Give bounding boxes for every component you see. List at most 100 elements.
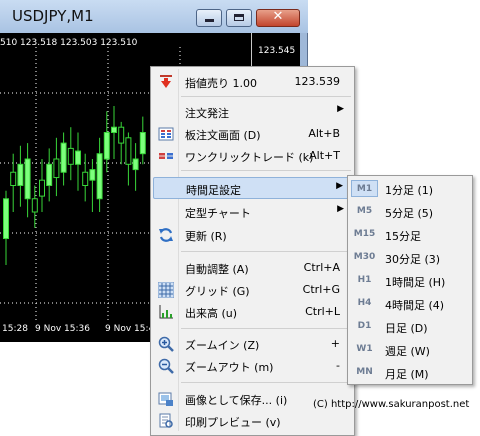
timeframe-m15-icon: M15 xyxy=(353,229,376,239)
timeframe-submenu: M1 1分足 (1) M5 5分足 (5) M15 15分足 M30 30分足 … xyxy=(347,175,473,385)
menu-item-shortcut: Ctrl+A xyxy=(303,261,340,274)
menu-separator xyxy=(181,170,351,171)
minimize-button[interactable] xyxy=(196,9,222,27)
timeframe-label: 日足 (D) xyxy=(385,322,428,335)
time-label: 15:28 xyxy=(2,324,28,334)
axis-price-label: 123.545 xyxy=(258,46,296,56)
menu-item-depth-of-market[interactable]: 板注文画面 (D) Alt+B xyxy=(153,123,352,145)
menu-separator xyxy=(181,382,351,383)
timeframe-item-w1[interactable]: W1 週足 (W) xyxy=(350,339,470,361)
timeframe-item-h4[interactable]: H4 4時間足 (4) xyxy=(350,293,470,315)
menu-item-template[interactable]: 定型チャート ▶ xyxy=(153,201,352,223)
menu-item-auto-scroll[interactable]: 自動調整 (A) Ctrl+A xyxy=(153,257,352,279)
menu-item-label: 画像として保存... (i) xyxy=(185,394,288,407)
candle-body xyxy=(46,163,53,187)
menu-separator xyxy=(181,96,351,97)
submenu-arrow-icon: ▶ xyxy=(336,181,343,191)
timeframe-mn-icon: MN xyxy=(356,367,373,377)
timeframe-item-m30[interactable]: M30 30分足 (3) xyxy=(350,247,470,269)
top-price-labels: 510 123.518 123.503 123.510 xyxy=(0,38,138,48)
menu-item-label: 更新 (R) xyxy=(185,230,227,243)
candle-body xyxy=(111,126,117,133)
candle-body xyxy=(139,132,146,155)
candle-body xyxy=(67,147,74,165)
menu-item-sell-limit[interactable]: 指値売り 1.00 123.539 xyxy=(153,71,352,93)
timeframe-label: 1時間足 (H) xyxy=(385,276,446,289)
minimize-icon xyxy=(205,19,214,22)
candle-body xyxy=(60,142,67,173)
timeframe-item-m1[interactable]: M1 1分足 (1) xyxy=(350,178,470,200)
window-titlebar[interactable]: USDJPY,M1 ✕ xyxy=(0,0,308,33)
one-click-trading-icon xyxy=(159,153,173,159)
menu-item-one-click-trading[interactable]: ワンクリックトレード (k) Alt+T xyxy=(153,145,352,167)
timeframe-d1-icon: D1 xyxy=(357,321,372,331)
timeframe-m30-icon: M30 xyxy=(353,252,376,262)
menu-item-label: 時間足設定 xyxy=(186,184,241,197)
menu-item-shortcut: Alt+B xyxy=(308,127,340,140)
timeframe-m1-icon: M1 xyxy=(351,180,378,197)
timeframe-label: 4時間足 (4) xyxy=(385,299,445,312)
candle-body xyxy=(24,158,31,200)
menu-item-label: グリッド (G) xyxy=(185,285,250,298)
volume-icon xyxy=(159,305,173,319)
menu-item-shortcut: - xyxy=(336,359,340,372)
timeframe-h1-icon: H1 xyxy=(357,275,372,285)
menu-separator xyxy=(181,251,351,252)
menu-item-zoom-out[interactable]: ズームアウト (m) - xyxy=(153,355,352,377)
timeframe-label: 5分足 (5) xyxy=(385,207,434,220)
menu-item-grid[interactable]: グリッド (G) Ctrl+G xyxy=(153,279,352,301)
timeframe-label: 15分足 xyxy=(385,230,421,243)
menu-item-label: 注文発注 xyxy=(185,107,229,120)
timeframe-item-mn[interactable]: MN 月足 (M) xyxy=(350,362,470,384)
menu-item-shortcut: Alt+T xyxy=(309,149,340,162)
menu-item-timeframes[interactable]: 時間足設定 ▶ xyxy=(153,177,352,199)
menu-item-shortcut: 123.539 xyxy=(294,75,341,88)
zoom-out-icon xyxy=(158,358,174,374)
submenu-arrow-icon: ▶ xyxy=(337,104,344,114)
candle-body xyxy=(89,169,96,181)
candle-body xyxy=(132,158,139,171)
candle-body xyxy=(31,198,38,213)
menu-item-label: 自動調整 (A) xyxy=(185,263,249,276)
menu-item-label: 出来高 (u) xyxy=(185,307,238,320)
candle-body xyxy=(53,158,60,179)
menu-item-new-order[interactable]: 注文発注 ▶ xyxy=(153,101,352,123)
menu-item-refresh[interactable]: 更新 (R) xyxy=(153,224,352,246)
close-button[interactable]: ✕ xyxy=(256,9,300,27)
submenu-arrow-icon: ▶ xyxy=(337,204,344,214)
candle-body xyxy=(125,137,132,165)
menu-item-label: ズームイン (Z) xyxy=(185,339,260,352)
timeframe-label: 1分足 (1) xyxy=(385,184,434,197)
menu-item-label: 板注文画面 (D) xyxy=(185,129,261,142)
menu-separator xyxy=(181,328,351,329)
candle-body xyxy=(17,163,24,187)
save-image-icon xyxy=(158,392,173,406)
menu-item-zoom-in[interactable]: ズームイン (Z) + xyxy=(153,333,352,355)
candle-body xyxy=(75,150,81,165)
menu-item-label: ズームアウト (m) xyxy=(185,361,274,374)
copyright-credit: (C) http://www.sakuranpost.net xyxy=(313,399,470,410)
candle-body xyxy=(10,171,17,186)
menu-item-shortcut: Ctrl+L xyxy=(305,305,340,318)
timeframe-item-d1[interactable]: D1 日足 (D) xyxy=(350,316,470,338)
menu-item-label: 印刷プレビュー (v) xyxy=(185,416,281,429)
timeframe-item-m15[interactable]: M15 15分足 xyxy=(350,224,470,246)
menu-item-shortcut: Ctrl+G xyxy=(302,283,340,296)
maximize-button[interactable] xyxy=(226,9,252,27)
sell-arrow-icon xyxy=(160,75,172,88)
menu-item-volume[interactable]: 出来高 (u) Ctrl+L xyxy=(153,301,352,323)
menu-item-print-preview[interactable]: 印刷プレビュー (v) xyxy=(153,410,352,432)
candle-body xyxy=(96,153,103,200)
time-label: 9 Nov 15:36 xyxy=(35,324,90,334)
timeframe-label: 月足 (M) xyxy=(385,368,429,381)
menu-item-label: 定型チャート xyxy=(185,207,251,220)
zoom-in-icon xyxy=(158,336,174,352)
timeframe-label: 30分足 (3) xyxy=(385,253,441,266)
timeframe-m5-icon: M5 xyxy=(356,206,373,216)
maximize-icon xyxy=(234,14,244,21)
chart-context-menu: 指値売り 1.00 123.539 注文発注 ▶ 板注文画面 (D) Alt+B… xyxy=(150,66,355,436)
timeframe-item-m5[interactable]: M5 5分足 (5) xyxy=(350,201,470,223)
menu-item-shortcut: + xyxy=(330,337,340,350)
refresh-icon xyxy=(159,228,173,242)
timeframe-item-h1[interactable]: H1 1時間足 (H) xyxy=(350,270,470,292)
